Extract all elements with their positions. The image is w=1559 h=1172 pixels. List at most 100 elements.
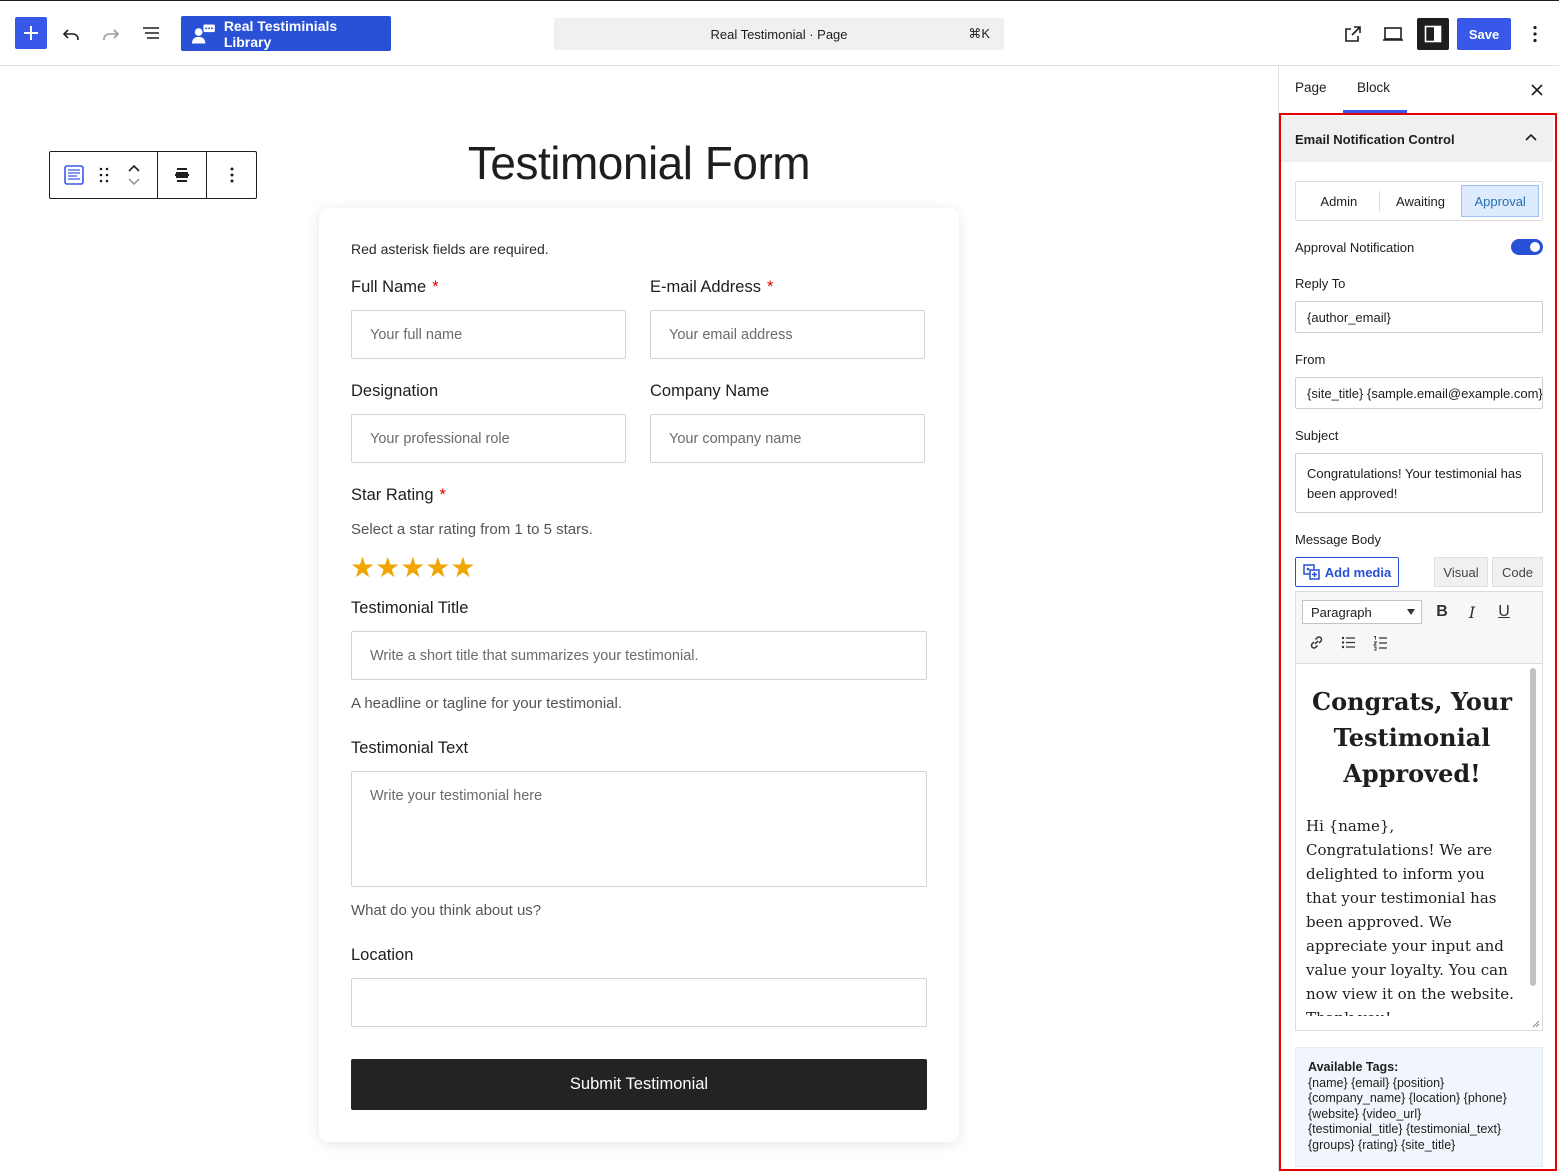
- designation-input[interactable]: Your professional role: [351, 414, 626, 463]
- library-button-label: Real Testiminials Library: [223, 17, 338, 50]
- tags-line: {company_name} {location} {phone}: [1308, 1091, 1507, 1105]
- options-button[interactable]: [1519, 18, 1551, 50]
- block-type-button[interactable]: [58, 152, 90, 198]
- library-button[interactable]: Real Testiminials Library: [181, 16, 391, 51]
- testimonial-text-label: Testimonial Text: [351, 739, 469, 757]
- code-tab[interactable]: Code: [1492, 557, 1543, 587]
- location-label: Location: [351, 946, 414, 964]
- command-palette-bar[interactable]: Real Testimonial · Page ⌘K: [554, 18, 1004, 50]
- save-button[interactable]: Save: [1457, 18, 1511, 50]
- message-body-editor: Paragraph B I U Congrats, Your Testimoni…: [1295, 591, 1543, 1031]
- editor-toolbar: Paragraph B I U: [1296, 592, 1542, 664]
- form-block-icon: [64, 165, 84, 185]
- resize-handle-icon[interactable]: [1530, 1018, 1540, 1028]
- redo-button[interactable]: [95, 18, 127, 50]
- required-asterisk: *: [439, 486, 446, 504]
- bullet-list-button[interactable]: [1336, 630, 1360, 654]
- testimonial-title-label: Testimonial Title: [351, 599, 469, 617]
- star-rating-help: Select a star rating from 1 to 5 stars.: [351, 521, 593, 538]
- visual-tab[interactable]: Visual: [1434, 557, 1488, 587]
- undo-icon: [62, 29, 79, 40]
- sidebar-tabs: Page Block: [1279, 66, 1559, 114]
- testimonial-text-help: What do you think about us?: [351, 902, 542, 919]
- move-up-down-icon: [128, 164, 140, 185]
- view-page-button[interactable]: [1337, 18, 1369, 50]
- company-input[interactable]: Your company name: [650, 414, 925, 463]
- email-notification-panel-header[interactable]: Email Notification Control: [1281, 116, 1553, 162]
- required-asterisk: *: [766, 278, 774, 296]
- notification-type-tabs: Admin Awaiting Approval: [1295, 181, 1543, 221]
- numbered-list-icon: [1372, 635, 1387, 650]
- dropdown-arrow-icon: [1407, 609, 1415, 615]
- shortcut-hint: ⌘K: [968, 26, 990, 41]
- star-rating-input[interactable]: ★★★★★: [350, 551, 476, 584]
- available-tags-heading: Available Tags:: [1308, 1060, 1399, 1074]
- settings-sidebar: Page Block Email Notification Control Ad…: [1278, 66, 1559, 1172]
- subject-textarea[interactable]: Congratulations! Your testimonial has be…: [1295, 453, 1543, 513]
- preview-button[interactable]: [1377, 18, 1409, 50]
- tags-line: {website} {video_url}: [1308, 1106, 1422, 1121]
- move-block-button[interactable]: [118, 152, 150, 198]
- drag-handle[interactable]: [90, 152, 118, 198]
- approval-notification-label: Approval Notification: [1295, 240, 1415, 255]
- reply-to-label: Reply To: [1295, 276, 1346, 291]
- email-input[interactable]: Your email address: [650, 310, 925, 359]
- italic-button[interactable]: I: [1460, 600, 1484, 624]
- available-tags-box: Available Tags: {name} {email} {position…: [1295, 1047, 1543, 1167]
- testimonial-text-input[interactable]: Write your testimonial here: [351, 771, 927, 887]
- testimonial-library-icon: [191, 23, 215, 44]
- submit-button[interactable]: Submit Testimonial: [351, 1059, 927, 1110]
- block-toolbar: [49, 151, 257, 199]
- required-note: Red asterisk fields are required.: [351, 241, 549, 257]
- email-body-text: Hi {name}, Congratulations! We are delig…: [1306, 817, 1514, 1003]
- subject-label: Subject: [1295, 428, 1339, 443]
- reply-to-input[interactable]: {author_email}: [1295, 301, 1543, 333]
- approval-notification-toggle[interactable]: [1511, 239, 1543, 255]
- from-input[interactable]: {site_title} {sample.email@example.com}: [1295, 377, 1543, 409]
- star-rating-label-text: Star Rating: [351, 486, 434, 504]
- close-icon: [1531, 84, 1543, 96]
- block-toolbar-group-more: [207, 152, 256, 198]
- block-options-button[interactable]: [216, 152, 248, 198]
- add-media-label: Add media: [1324, 564, 1392, 580]
- close-sidebar-button[interactable]: [1527, 80, 1547, 100]
- undo-button[interactable]: [55, 18, 87, 50]
- sidebar-toggle-icon: [1424, 25, 1442, 43]
- drag-handle-icon: [99, 167, 109, 183]
- add-media-icon: [1303, 564, 1320, 580]
- editor-scrollbar[interactable]: [1530, 668, 1536, 986]
- more-vertical-icon: [1533, 25, 1537, 43]
- testimonial-form: Red asterisk fields are required. Full N…: [319, 208, 959, 1142]
- bold-button[interactable]: B: [1430, 600, 1454, 624]
- segment-approval[interactable]: Approval: [1461, 185, 1540, 217]
- tab-page[interactable]: Page: [1295, 80, 1327, 95]
- format-select[interactable]: Paragraph: [1302, 600, 1422, 624]
- tags-line: {groups} {rating} {site_title}: [1308, 1137, 1456, 1152]
- full-name-input[interactable]: Your full name: [351, 310, 626, 359]
- settings-sidebar-button[interactable]: [1417, 18, 1449, 50]
- tab-block[interactable]: Block: [1357, 80, 1390, 95]
- editor-top-bar: Real Testiminials Library Real Testimoni…: [0, 0, 1559, 66]
- link-icon: [1310, 635, 1322, 649]
- block-toolbar-group-main: [50, 152, 158, 198]
- required-asterisk: *: [432, 278, 439, 296]
- location-input[interactable]: [351, 978, 927, 1027]
- segment-awaiting[interactable]: Awaiting: [1380, 185, 1462, 217]
- document-title: Real Testimonial · Page: [710, 26, 848, 42]
- editor-content[interactable]: Congrats, Your Testimonial Approved! Hi …: [1296, 664, 1528, 1016]
- page-title[interactable]: Testimonial Form: [440, 136, 838, 190]
- segment-admin[interactable]: Admin: [1299, 185, 1379, 217]
- align-button[interactable]: [166, 152, 198, 198]
- add-media-button[interactable]: Add media: [1295, 557, 1399, 587]
- add-block-button[interactable]: [15, 17, 47, 49]
- list-view-button[interactable]: [135, 18, 167, 50]
- full-name-label: Full Name *: [351, 278, 439, 297]
- more-vertical-icon: [230, 167, 233, 183]
- panel-title: Email Notification Control: [1295, 132, 1455, 147]
- numbered-list-button[interactable]: [1368, 630, 1392, 654]
- underline-button[interactable]: U: [1492, 600, 1516, 624]
- bullet-list-icon: [1341, 636, 1355, 648]
- align-center-icon: [175, 168, 189, 182]
- link-button[interactable]: [1304, 630, 1328, 654]
- testimonial-title-input[interactable]: Write a short title that summarizes your…: [351, 631, 927, 680]
